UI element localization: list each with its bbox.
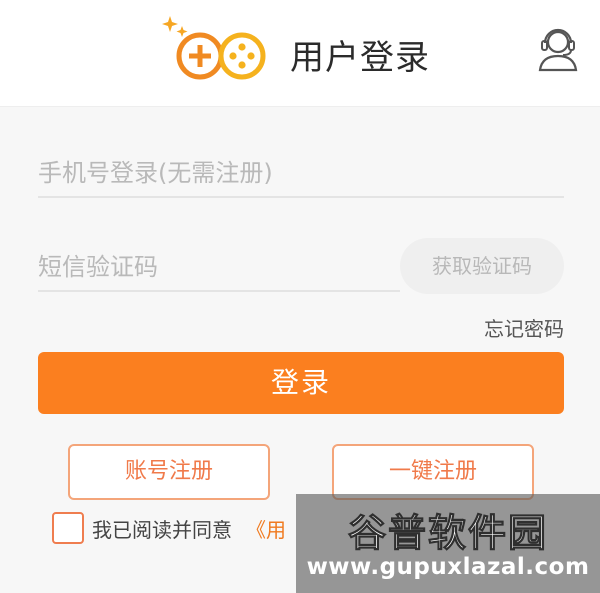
header-bar: 用户登录 (0, 0, 600, 107)
watermark-overlay: 谷普软件园 www.gupuxlazal.com (296, 494, 600, 593)
gamepad-logo-icon (162, 16, 266, 80)
sms-code-input[interactable] (38, 244, 400, 290)
get-code-button[interactable]: 获取验证码 (400, 238, 564, 294)
login-page: 用户登录 获取验证码 忘记密码 登录 账号注册 一键注册 我已阅读并同意 《用 … (0, 0, 600, 593)
customer-service-icon[interactable] (534, 24, 582, 72)
agree-text: 我已阅读并同意 (92, 517, 232, 542)
user-agreement-link[interactable]: 《用 (246, 514, 286, 543)
agree-checkbox[interactable] (52, 512, 84, 544)
phone-field (38, 150, 564, 198)
account-register-button[interactable]: 账号注册 (68, 444, 270, 500)
sms-code-field (38, 244, 400, 292)
watermark-url: www.gupuxlazal.com (306, 554, 590, 580)
page-title: 用户登录 (290, 38, 430, 78)
login-button[interactable]: 登录 (38, 352, 564, 414)
forgot-password-link[interactable]: 忘记密码 (484, 313, 564, 342)
watermark-title: 谷普软件园 (347, 511, 548, 556)
agreement-row: 我已阅读并同意 《用 (52, 509, 286, 547)
quick-register-button[interactable]: 一键注册 (332, 444, 534, 500)
phone-input[interactable] (38, 150, 564, 196)
